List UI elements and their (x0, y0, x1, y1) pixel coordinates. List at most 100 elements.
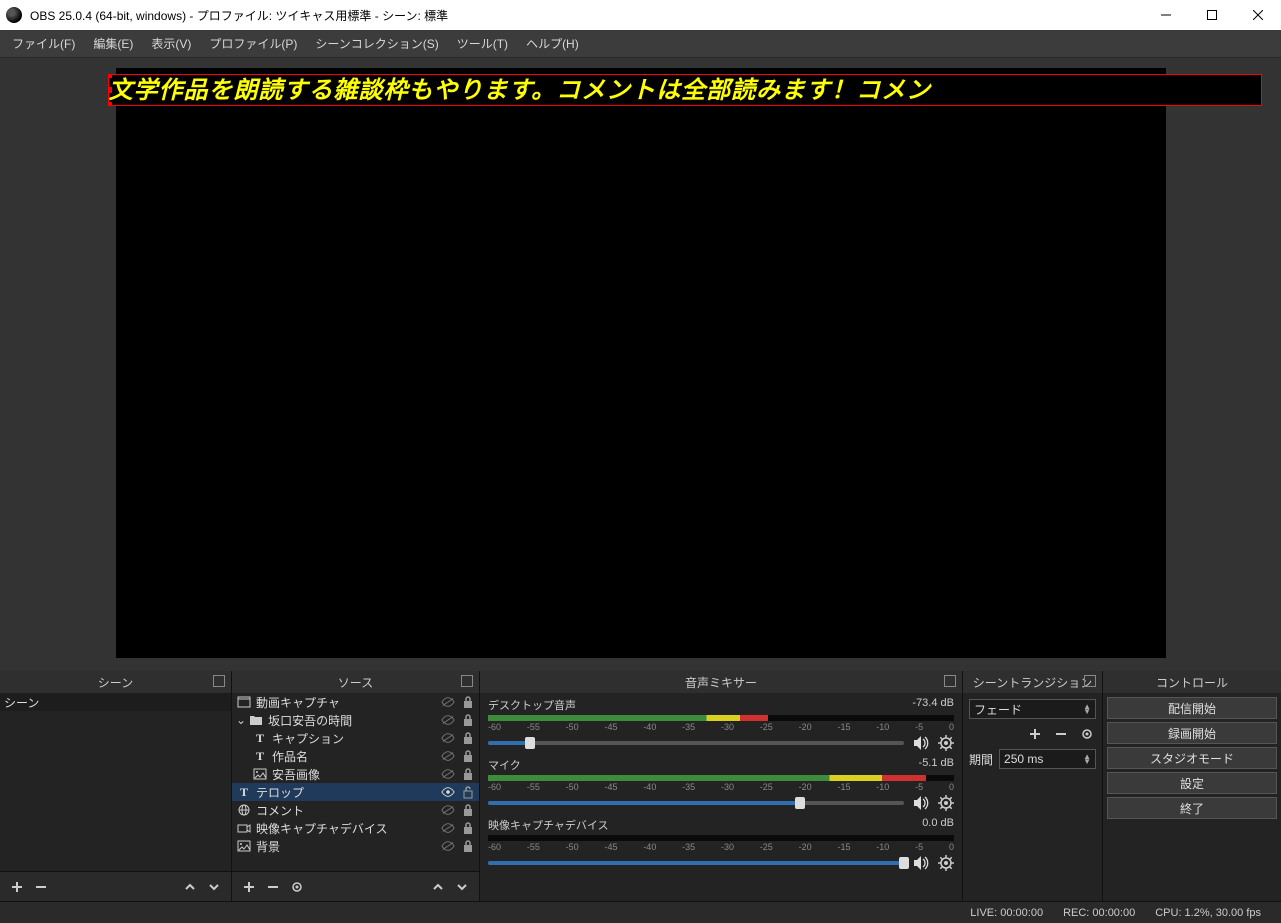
menu-view[interactable]: 表示(V) (143, 32, 199, 55)
source-row[interactable]: Tテロップ (232, 783, 479, 801)
popout-icon[interactable] (213, 675, 225, 687)
duration-input[interactable]: 250 ms ▲▼ (999, 749, 1096, 769)
gear-icon[interactable] (938, 795, 954, 811)
visibility-toggle[interactable] (441, 749, 455, 763)
visibility-toggle[interactable] (441, 767, 455, 781)
updown-icon: ▲▼ (1083, 704, 1091, 714)
channel-db: -73.4 dB (912, 697, 954, 713)
updown-icon: ▲▼ (1083, 754, 1091, 764)
source-row[interactable]: コメント (232, 801, 479, 819)
image-icon (252, 768, 268, 780)
source-up-button[interactable] (429, 878, 447, 896)
lock-toggle[interactable] (461, 749, 475, 763)
sources-toolbar (232, 871, 479, 901)
menu-edit[interactable]: 編集(E) (85, 32, 141, 55)
minimize-button[interactable] (1143, 0, 1189, 30)
source-row[interactable]: ⌄坂口安吾の時間 (232, 711, 479, 729)
source-row[interactable]: 安吾画像 (232, 765, 479, 783)
source-row[interactable]: 動画キャプチャ (232, 693, 479, 711)
scenes-toolbar (0, 871, 231, 901)
volume-slider[interactable] (488, 861, 904, 865)
speaker-icon[interactable] (912, 735, 930, 751)
visibility-toggle[interactable] (441, 839, 455, 853)
source-row[interactable]: Tキャプション (232, 729, 479, 747)
source-label: コメント (256, 802, 304, 819)
volume-slider[interactable] (488, 741, 904, 745)
lock-toggle[interactable] (461, 839, 475, 853)
text-icon: T (252, 749, 268, 764)
add-source-button[interactable] (240, 878, 258, 896)
window-titlebar: OBS 25.0.4 (64-bit, windows) - プロファイル: ツ… (0, 0, 1281, 30)
source-down-button[interactable] (453, 878, 471, 896)
lock-toggle[interactable] (461, 767, 475, 781)
controls-panel: コントロール 配信開始 録画開始 スタジオモード 設定 終了 (1103, 671, 1281, 901)
visibility-toggle[interactable] (441, 713, 455, 727)
start-recording-button[interactable]: 録画開始 (1107, 722, 1277, 744)
visibility-toggle[interactable] (441, 803, 455, 817)
volume-slider[interactable] (488, 801, 904, 805)
visibility-toggle[interactable] (441, 731, 455, 745)
scene-up-button[interactable] (181, 878, 199, 896)
lock-toggle[interactable] (461, 785, 475, 799)
folder-icon (248, 714, 264, 726)
duration-label: 期間 (969, 751, 993, 768)
chevron-down-icon[interactable]: ⌄ (236, 713, 246, 727)
scene-row[interactable]: シーン (0, 693, 231, 711)
source-label: 作品名 (272, 748, 308, 765)
speaker-icon[interactable] (912, 795, 930, 811)
visibility-toggle[interactable] (441, 821, 455, 835)
speaker-icon[interactable] (912, 855, 930, 871)
remove-scene-button[interactable] (32, 878, 50, 896)
remove-transition-button[interactable] (1052, 725, 1070, 743)
visibility-toggle[interactable] (441, 785, 455, 799)
visibility-toggle[interactable] (441, 695, 455, 709)
status-rec: REC: 00:00:00 (1063, 907, 1135, 919)
maximize-button[interactable] (1189, 0, 1235, 30)
remove-source-button[interactable] (264, 878, 282, 896)
channel-db: -5.1 dB (919, 757, 954, 773)
start-streaming-button[interactable]: 配信開始 (1107, 697, 1277, 719)
preview-canvas[interactable]: 文学作品を朗読する雑談枠もやります。コメントは全部読みます！コメン (116, 68, 1166, 658)
gear-icon[interactable] (938, 855, 954, 871)
studio-mode-button[interactable]: スタジオモード (1107, 747, 1277, 769)
channel-name: デスクトップ音声 (488, 697, 576, 713)
status-cpu: CPU: 1.2%, 30.00 fps (1155, 907, 1261, 919)
lock-toggle[interactable] (461, 731, 475, 745)
meter-scale: -60-55-50-45-40-35-30-25-20-15-10-50 (488, 782, 954, 792)
preview-area[interactable]: 文学作品を朗読する雑談枠もやります。コメントは全部読みます！コメン (0, 58, 1281, 671)
ticker-source[interactable]: 文学作品を朗読する雑談枠もやります。コメントは全部読みます！コメン (108, 74, 1262, 106)
lock-toggle[interactable] (461, 821, 475, 835)
source-row[interactable]: 背景 (232, 837, 479, 855)
menu-file[interactable]: ファイル(F) (4, 32, 83, 55)
add-transition-button[interactable] (1026, 725, 1044, 743)
transition-select[interactable]: フェード ▲▼ (969, 699, 1096, 719)
gear-icon[interactable] (938, 735, 954, 751)
meter-scale: -60-55-50-45-40-35-30-25-20-15-10-50 (488, 842, 954, 852)
popout-icon[interactable] (461, 675, 473, 687)
source-row[interactable]: T 作品名 (232, 747, 479, 765)
menu-help[interactable]: ヘルプ(H) (518, 32, 587, 55)
menu-profile[interactable]: プロファイル(P) (201, 32, 305, 55)
source-label: テロップ (256, 784, 304, 801)
camera-icon (236, 822, 252, 834)
lock-toggle[interactable] (461, 713, 475, 727)
source-label: 安吾画像 (272, 766, 320, 783)
audio-meter (488, 715, 954, 721)
exit-button[interactable]: 終了 (1107, 797, 1277, 819)
close-button[interactable] (1235, 0, 1281, 30)
lock-toggle[interactable] (461, 695, 475, 709)
popout-icon[interactable] (1084, 675, 1096, 687)
source-properties-button[interactable] (288, 878, 306, 896)
menu-scenecollection[interactable]: シーンコレクション(S) (307, 32, 446, 55)
transition-settings-button[interactable] (1078, 725, 1096, 743)
menu-tools[interactable]: ツール(T) (449, 32, 516, 55)
ticker-text: 文学作品を朗読する雑談枠もやります。コメントは全部読みます！コメン (109, 77, 932, 104)
scene-down-button[interactable] (205, 878, 223, 896)
mixer-channel: マイク-5.1 dB-60-55-50-45-40-35-30-25-20-15… (480, 753, 962, 813)
text-icon: T (252, 731, 268, 746)
source-row[interactable]: 映像キャプチャデバイス (232, 819, 479, 837)
add-scene-button[interactable] (8, 878, 26, 896)
lock-toggle[interactable] (461, 803, 475, 817)
settings-button[interactable]: 設定 (1107, 772, 1277, 794)
popout-icon[interactable] (944, 675, 956, 687)
